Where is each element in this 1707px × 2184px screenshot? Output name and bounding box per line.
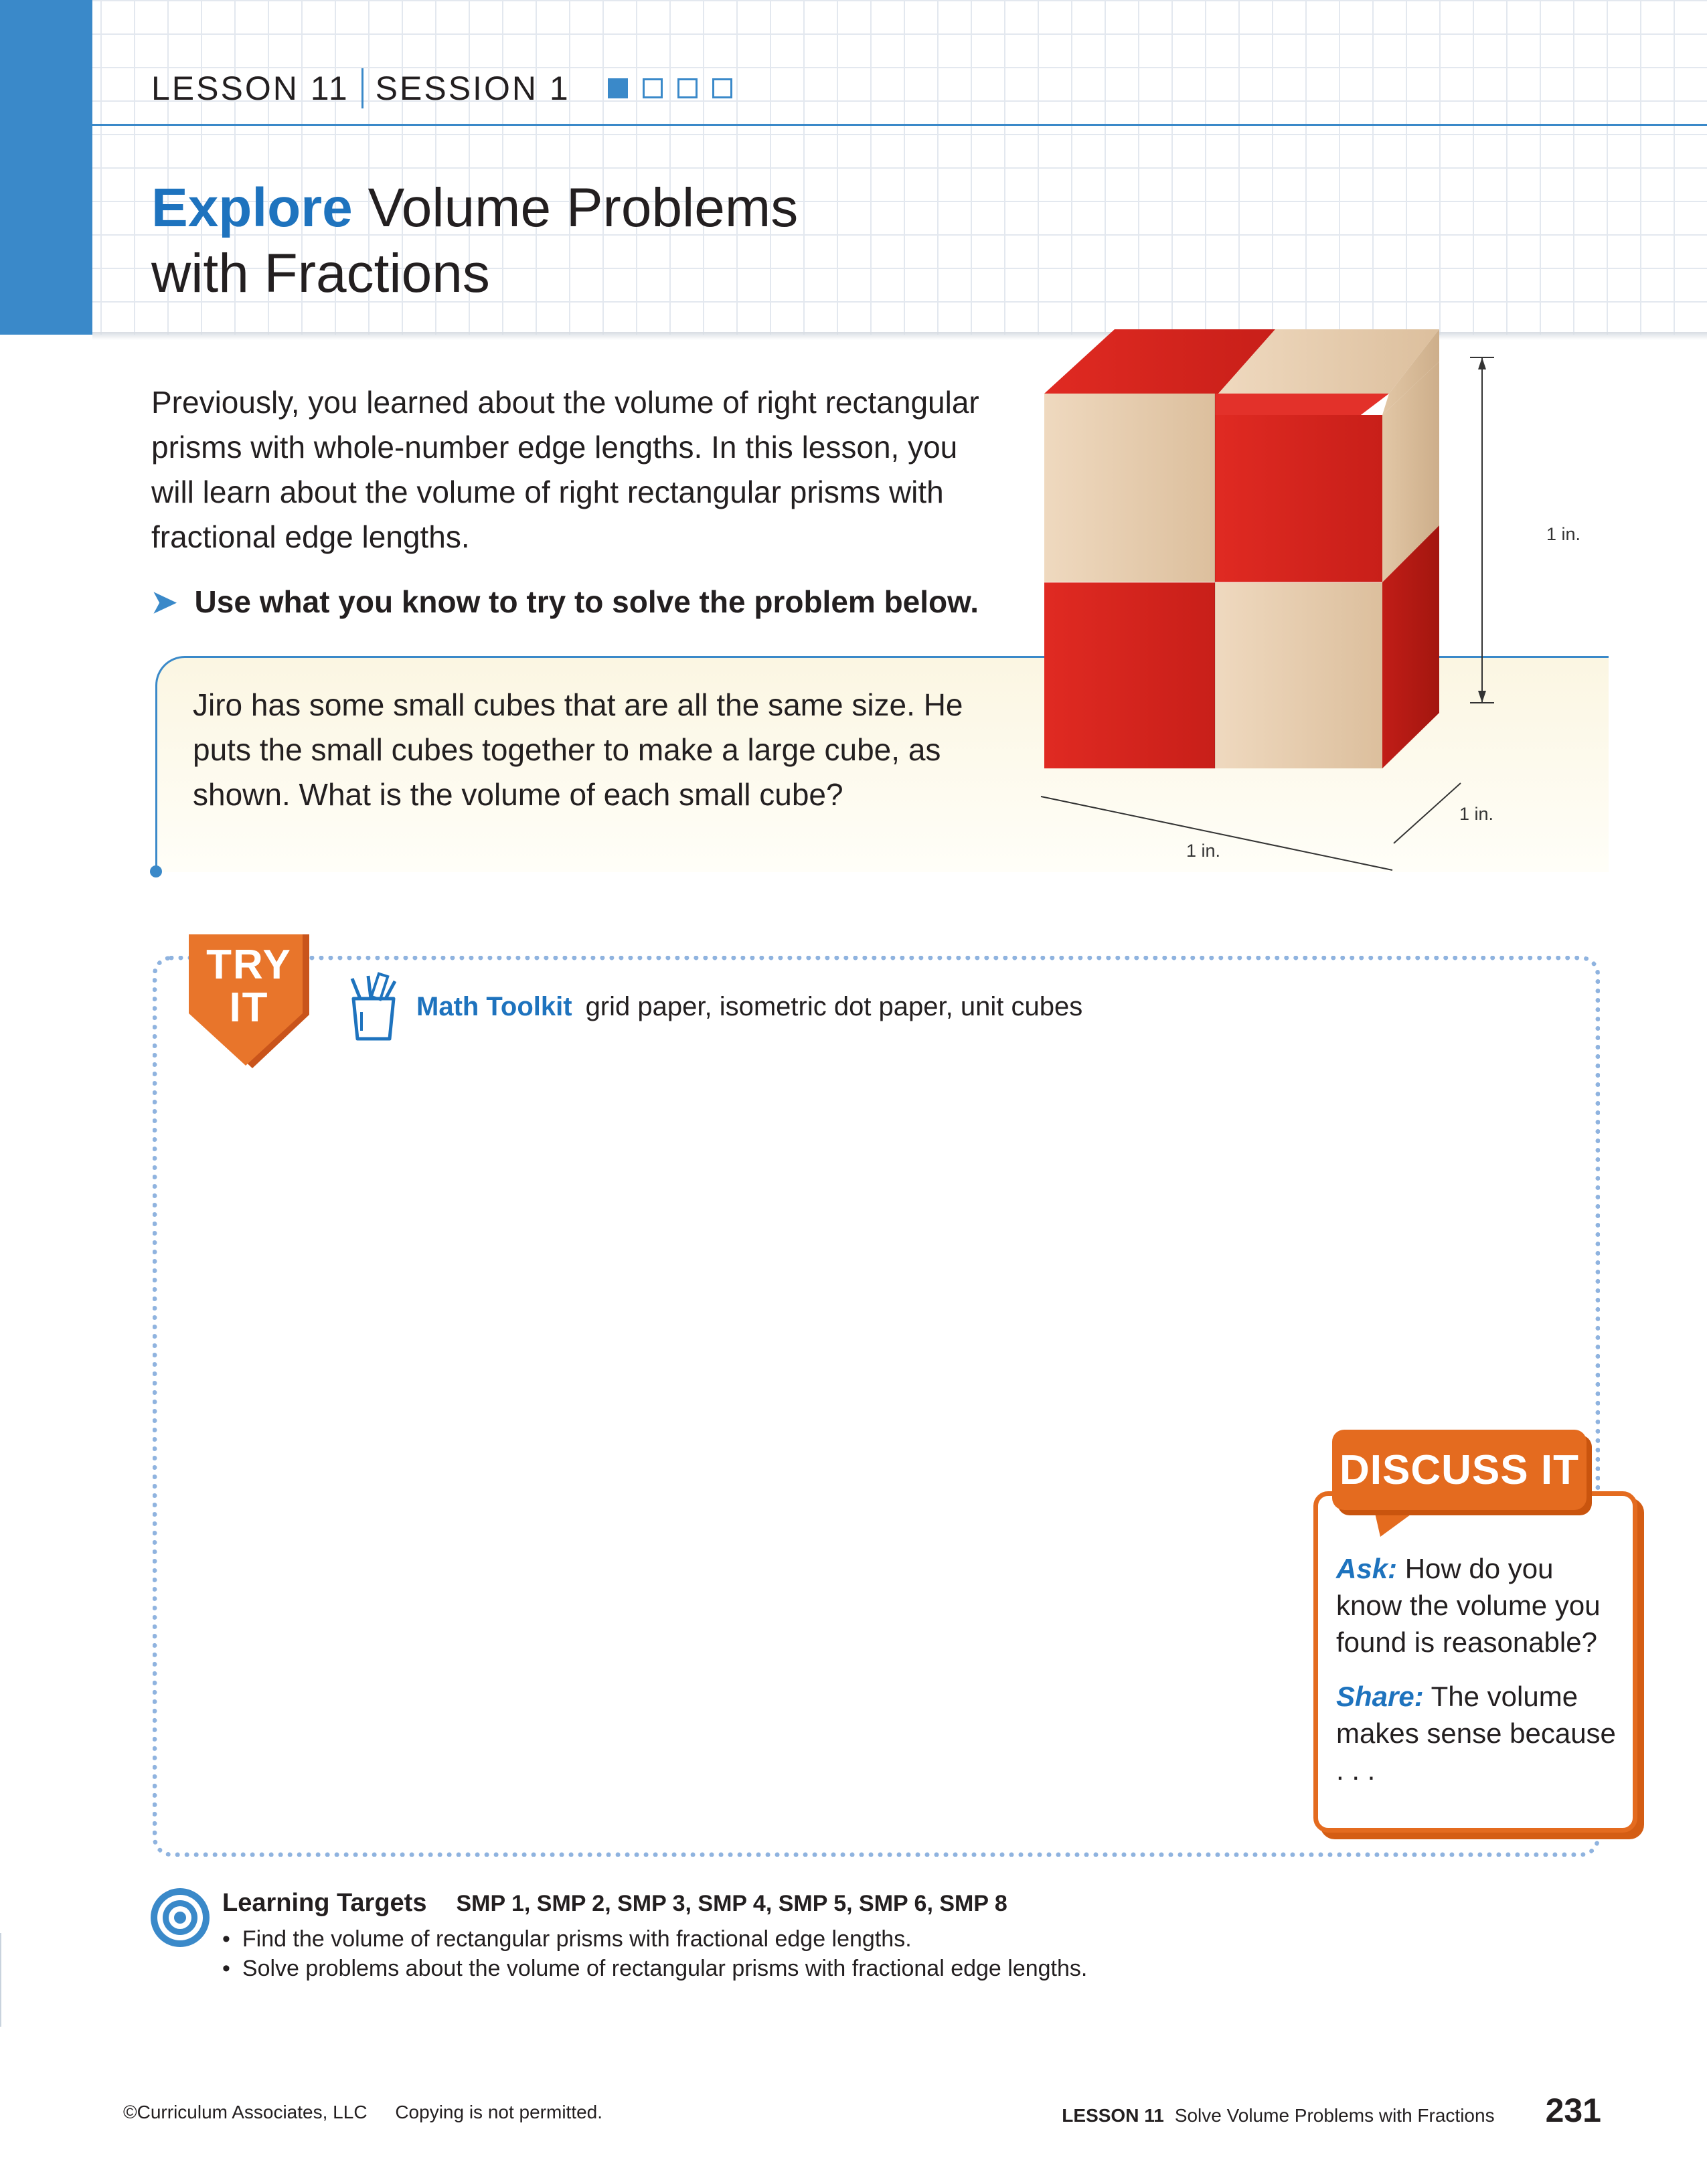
session-label: SESSION 1 bbox=[375, 70, 570, 107]
footer-copyright: ©Curriculum Associates, LLC Copying is n… bbox=[123, 2102, 602, 2123]
session-progress-square-1 bbox=[607, 78, 628, 98]
discuss-it-content: Ask: How do you know the volume you foun… bbox=[1336, 1550, 1617, 1788]
session-progress-square-2 bbox=[642, 78, 663, 98]
session-progress-square-4 bbox=[712, 78, 732, 98]
copyright-text: ©Curriculum Associates, LLC bbox=[123, 2102, 368, 2122]
lesson-label: LESSON 11 bbox=[151, 70, 349, 107]
learning-targets-list: Find the volume of rectangular prisms wi… bbox=[222, 1924, 1087, 1983]
title-explore: Explore bbox=[151, 177, 353, 238]
problem-text: Jiro has some small cubes that are all t… bbox=[193, 687, 963, 812]
target-icon bbox=[151, 1888, 210, 1947]
cube-lower-left-front bbox=[1044, 582, 1215, 768]
try-it-line-1: TRY bbox=[206, 942, 292, 988]
intro-paragraph: Previously, you learned about the volume… bbox=[151, 385, 979, 554]
ask-label: Ask: bbox=[1336, 1553, 1398, 1584]
margin-rule bbox=[0, 1933, 1, 2027]
try-prompt: ➤ Use what you know to try to solve the … bbox=[151, 584, 979, 620]
math-toolkit: Math Toolkit grid paper, isometric dot p… bbox=[348, 972, 1082, 1041]
height-label: 1 in. bbox=[1546, 524, 1580, 544]
toolkit-items: grid paper, isometric dot paper, unit cu… bbox=[585, 991, 1083, 1021]
try-it-line-2: IT bbox=[229, 985, 269, 1031]
footer-lesson-title: Solve Volume Problems with Fractions bbox=[1174, 2105, 1495, 2126]
prompt-text: Use what you know to try to solve the pr… bbox=[194, 584, 979, 619]
discuss-ask: Ask: How do you know the volume you foun… bbox=[1336, 1550, 1617, 1661]
discuss-it-title: DISCUSS IT bbox=[1332, 1430, 1587, 1510]
learning-targets-title: Learning Targets bbox=[222, 1889, 427, 1917]
page-title: Explore Volume Problems with Fractions bbox=[151, 175, 798, 307]
learning-target-item: Solve problems about the volume of recta… bbox=[222, 1954, 1087, 1983]
learning-target-item: Find the volume of rectangular prisms wi… bbox=[222, 1924, 1087, 1954]
smp-list: SMP 1, SMP 2, SMP 3, SMP 4, SMP 5, SMP 6… bbox=[456, 1891, 1007, 1916]
problem-box-dot bbox=[150, 865, 162, 877]
problem-box-tail bbox=[155, 830, 157, 870]
learning-targets-heading: Learning Targets SMP 1, SMP 2, SMP 3, SM… bbox=[222, 1889, 1007, 1918]
cube-lower-right-front bbox=[1215, 582, 1382, 768]
title-line-1: Volume Problems bbox=[352, 177, 799, 238]
page-number: 231 bbox=[1545, 2092, 1601, 2129]
discuss-banner-tail bbox=[1374, 1507, 1420, 1537]
footer-lesson: LESSON 11 bbox=[1062, 2105, 1164, 2126]
header-accent-tab bbox=[0, 0, 92, 335]
cube-upper-right-front bbox=[1215, 415, 1382, 582]
footer-lesson-info: LESSON 11 Solve Volume Problems with Fra… bbox=[1062, 2091, 1601, 2130]
depth-label: 1 in. bbox=[1459, 804, 1493, 824]
depth-dimension-line bbox=[1393, 782, 1461, 844]
copy-notice: Copying is not permitted. bbox=[395, 2102, 603, 2122]
share-label: Share: bbox=[1336, 1681, 1424, 1712]
title-line-2: with Fractions bbox=[151, 243, 490, 304]
lesson-separator bbox=[361, 68, 363, 108]
height-arrow-top bbox=[1478, 357, 1486, 369]
width-label: 1 in. bbox=[1186, 841, 1220, 861]
pencil-cup-icon bbox=[350, 972, 397, 1041]
height-arrow-bottom bbox=[1478, 691, 1486, 703]
session-progress-square-3 bbox=[677, 78, 698, 98]
header-rule bbox=[92, 124, 1707, 126]
cube-figure: 1 in. 1 in. 1 in. bbox=[1040, 329, 1580, 871]
arrow-right-icon: ➤ bbox=[151, 584, 177, 619]
try-it-label: TRY IT bbox=[189, 944, 309, 1029]
lesson-session-bar: LESSON 11 SESSION 1 bbox=[151, 64, 732, 112]
cube-upper-left-front bbox=[1044, 394, 1215, 582]
discuss-share: Share: The volume makes sense because . … bbox=[1336, 1678, 1617, 1788]
toolkit-label: Math Toolkit bbox=[416, 991, 572, 1021]
